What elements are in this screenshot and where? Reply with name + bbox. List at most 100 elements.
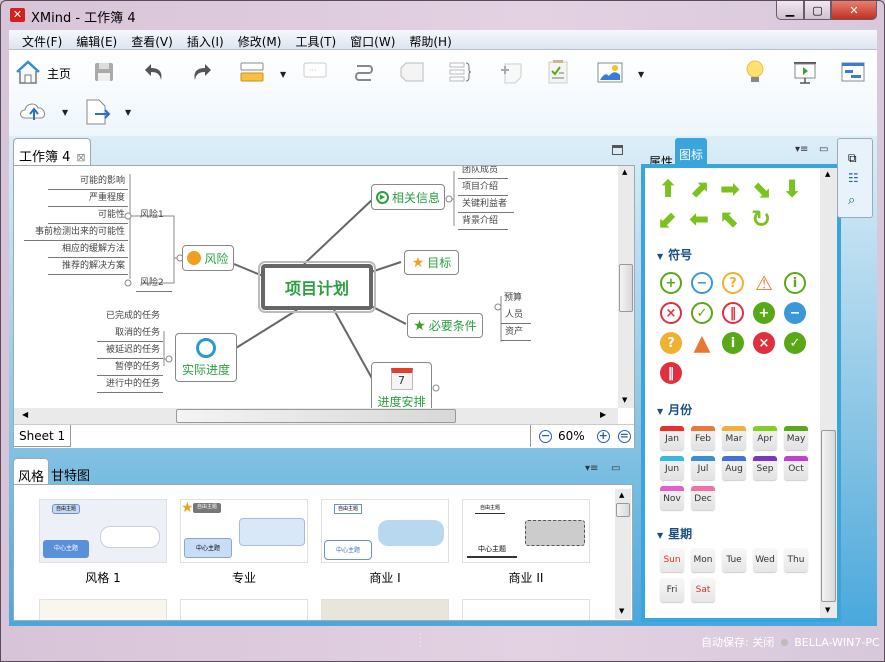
icons-scroll-thumb[interactable]	[821, 430, 836, 602]
arrow-right-icon[interactable]: ➡	[719, 177, 741, 201]
subtopic[interactable]: 被延迟的任务	[97, 342, 163, 359]
scroll-down-icon[interactable]: ▼	[619, 607, 624, 615]
menu-view[interactable]: 查看(V)	[124, 30, 180, 49]
central-topic[interactable]: 项目计划	[258, 261, 376, 313]
subtopic[interactable]: 资产	[501, 324, 531, 341]
arrow-left-icon[interactable]: ⬅	[688, 207, 710, 231]
cross-outline-icon[interactable]: ×	[660, 302, 682, 324]
subtopic[interactable]: 项目介绍	[458, 179, 508, 196]
section-weekdays[interactable]: ▼ 星期	[657, 525, 692, 542]
pause-outline-icon[interactable]: ‖	[722, 302, 744, 324]
menu-file[interactable]: 文件(F)	[15, 30, 69, 49]
topic-goal[interactable]: ★ 目标	[404, 250, 459, 275]
menu-tools[interactable]: 工具(T)	[288, 30, 343, 49]
style-thumb-2[interactable]: ★ 自由主题 中心主题	[180, 499, 308, 563]
month-icon-feb[interactable]: Feb	[691, 426, 715, 450]
redo-button[interactable]	[191, 61, 213, 83]
maximize-button[interactable]: ▢	[804, 1, 831, 20]
mindmap-canvas[interactable]: 可能的影响 严重程度 可能性 事前检测出来的可能性 相应的缓解方法 推荐的解决方…	[13, 165, 635, 448]
undo-button[interactable]	[143, 61, 165, 83]
scroll-right-icon[interactable]: ▶	[600, 410, 606, 419]
subtopic[interactable]: 已完成的任务	[97, 308, 163, 325]
upload-button[interactable]	[19, 100, 49, 122]
brainstorm-button[interactable]	[744, 59, 766, 85]
arrow-up-left-icon[interactable]: ⬉	[719, 207, 741, 231]
export-dropdown-icon[interactable]: ▼	[125, 108, 131, 117]
outline-icon[interactable]: ☷	[848, 171, 859, 185]
subtopic[interactable]: 可能性	[48, 207, 128, 224]
month-icon-jun[interactable]: Jun	[660, 456, 684, 480]
zoom-out-icon[interactable]: −	[539, 429, 552, 443]
image-dropdown-icon[interactable]: ▼	[638, 70, 644, 79]
question-solid-icon[interactable]: ?	[660, 332, 682, 354]
comment-button[interactable]: ···	[303, 62, 327, 82]
plus-solid-icon[interactable]: +	[753, 302, 775, 324]
weekday-icon-sun[interactable]: Sun	[660, 548, 684, 572]
scroll-up-icon[interactable]: ▲	[825, 170, 830, 178]
warning-solid-icon[interactable]: ▲	[691, 331, 713, 356]
icons-scrollbar[interactable]: ▲ ▼	[820, 168, 837, 618]
minimize-panel-icon[interactable]: ▭	[819, 144, 828, 155]
month-icon-aug[interactable]: Aug	[722, 456, 746, 480]
insert-topic-button[interactable]	[239, 61, 265, 83]
gallery-scrollbar[interactable]: ▲ ▼	[615, 489, 631, 619]
scroll-up-icon[interactable]: ▲	[619, 491, 624, 499]
gantt-view-button[interactable]	[841, 62, 865, 82]
warning-outline-icon[interactable]: ⚠	[753, 271, 775, 295]
cross-solid-icon[interactable]: ×	[753, 332, 775, 354]
month-icon-mar[interactable]: Mar	[722, 426, 746, 450]
gallery-scroll-thumb[interactable]	[616, 503, 630, 517]
menu-modify[interactable]: 修改(M)	[231, 30, 289, 49]
question-outline-icon[interactable]: ?	[722, 272, 744, 294]
view-menu-icon[interactable]: ▾≡	[585, 463, 598, 474]
weekday-icon-wed[interactable]: Wed	[753, 548, 777, 572]
zoom-in-icon[interactable]: +	[596, 429, 610, 443]
month-icon-oct[interactable]: Oct	[784, 456, 808, 480]
arrow-down-right-icon[interactable]: ⬊	[750, 177, 772, 201]
topic-requirements[interactable]: ★ 必要条件	[407, 313, 483, 338]
weekday-icon-mon[interactable]: Mon	[691, 548, 715, 572]
info-outline-icon[interactable]: i	[784, 272, 806, 294]
scroll-down-icon[interactable]: ▼	[622, 396, 627, 404]
subtopic[interactable]: 可能的影响	[48, 173, 128, 190]
subtopic[interactable]: 事前检测出来的可能性	[24, 224, 128, 241]
weekday-icon-fri[interactable]: Fri	[660, 578, 684, 602]
style-thumb-4[interactable]: 自由主题 中心主题	[462, 499, 590, 563]
subtopic[interactable]: 关键利益者	[458, 196, 514, 213]
tab-style[interactable]: 风格	[13, 458, 50, 485]
subtopic[interactable]: 相应的缓解方法	[48, 241, 128, 258]
scroll-left-icon[interactable]: ◀	[22, 410, 28, 419]
topic-dropdown-icon[interactable]: ▼	[280, 70, 286, 79]
arrow-up-right-icon[interactable]: ⬈	[688, 177, 710, 201]
subtopic[interactable]: 严重程度	[48, 190, 128, 207]
month-icon-jul[interactable]: Jul	[691, 456, 715, 480]
style-thumb-8[interactable]	[462, 599, 590, 620]
refresh-icon[interactable]: ↻	[750, 207, 772, 231]
weekday-icon-tue[interactable]: Tue	[722, 548, 746, 572]
minus-outline-icon[interactable]: −	[691, 272, 713, 294]
pause-solid-icon[interactable]: ‖	[660, 362, 682, 384]
workbook-tab[interactable]: 工作簿 4 ⊠	[13, 138, 91, 166]
tab-gantt[interactable]: 甘特图	[47, 458, 94, 484]
menu-edit[interactable]: 编辑(E)	[69, 30, 124, 49]
zoom-fit-icon[interactable]: =	[617, 429, 631, 443]
subtopic[interactable]: 团队成员	[458, 166, 508, 179]
maximize-editor-icon[interactable]	[612, 145, 623, 155]
note-button[interactable]	[500, 62, 524, 84]
sheet-tab[interactable]: Sheet 1	[14, 425, 72, 447]
arrow-up-icon[interactable]: ⬆	[657, 177, 679, 201]
resize-handle[interactable]: · · · ·	[419, 631, 422, 651]
home-button[interactable]: 主页	[15, 59, 85, 87]
minimize-panel-icon[interactable]: ▭	[611, 463, 620, 474]
export-button[interactable]	[85, 99, 111, 125]
topic-progress[interactable]: 实际进度	[175, 333, 237, 382]
subtopic[interactable]: 暂停的任务	[97, 359, 163, 376]
relationship-button[interactable]	[352, 61, 376, 83]
minimize-button[interactable]: ▁	[776, 1, 804, 20]
subtopic-risk2[interactable]: 风险2	[136, 275, 172, 292]
style-thumb-1[interactable]: 自由主题 中心主题	[39, 499, 167, 563]
mindmap[interactable]: 可能的影响 严重程度 可能性 事前检测出来的可能性 相应的缓解方法 推荐的解决方…	[14, 166, 618, 408]
topic-related-info[interactable]: ▶ 相关信息	[371, 184, 445, 210]
vertical-scrollbar[interactable]: ▲ ▼	[618, 166, 634, 408]
info-solid-icon[interactable]: i	[722, 332, 744, 354]
